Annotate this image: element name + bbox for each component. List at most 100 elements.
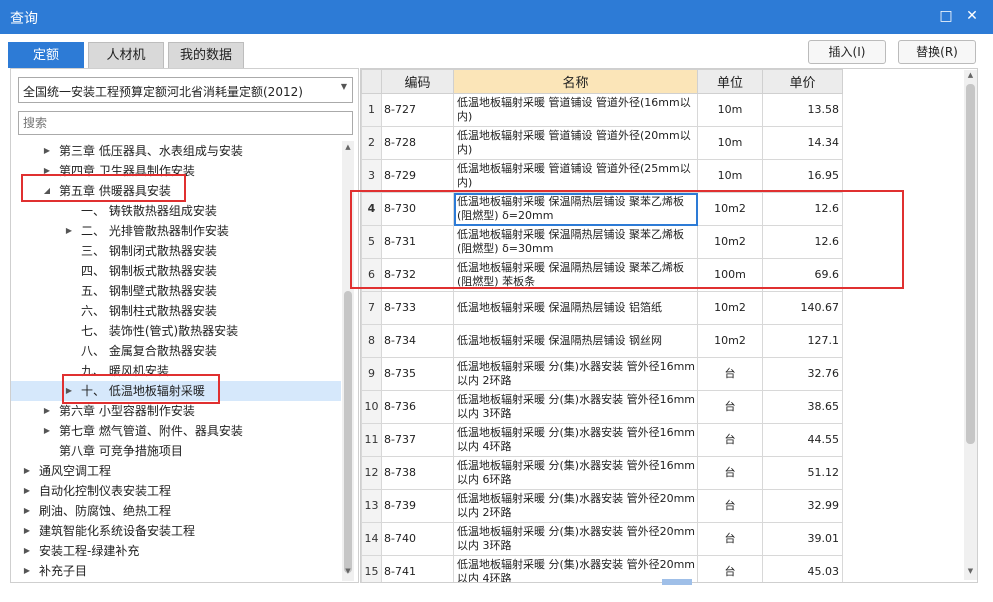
header-code[interactable]: 编码	[381, 69, 454, 94]
unit-cell[interactable]: 台	[697, 522, 763, 556]
scroll-up-icon[interactable]: ▲	[342, 143, 354, 155]
code-cell[interactable]: 8-736	[381, 390, 454, 424]
table-row[interactable]: 8 8-734 低温地板辐射采暖 保温隔热层铺设 钢丝网 10m2 127.1	[361, 324, 843, 358]
price-cell[interactable]: 13.58	[762, 93, 843, 127]
collapsed-triangle-icon[interactable]: ▶	[21, 541, 33, 561]
tree-item[interactable]: ▶ 第七章 燃气管道、附件、器具安装	[11, 421, 341, 441]
unit-cell[interactable]: 台	[697, 456, 763, 490]
search-input[interactable]	[19, 112, 352, 134]
collapsed-triangle-icon[interactable]: ▶	[21, 501, 33, 521]
code-cell[interactable]: 8-735	[381, 357, 454, 391]
tree-item[interactable]: ▶ 安装工程-绿建补充	[11, 541, 341, 561]
collapsed-triangle-icon[interactable]: ▶	[21, 521, 33, 541]
code-cell[interactable]: 8-733	[381, 291, 454, 325]
name-cell[interactable]: 低温地板辐射采暖 保温隔热层铺设 铝箔纸	[453, 291, 698, 325]
collapsed-triangle-icon[interactable]: ▶	[41, 141, 53, 161]
unit-cell[interactable]: 台	[697, 357, 763, 391]
tab-materials[interactable]: 人材机	[88, 42, 164, 68]
tree-item[interactable]: 四、 钢制板式散热器安装	[11, 261, 341, 281]
collapsed-triangle-icon[interactable]: ▶	[41, 421, 53, 441]
tree-item[interactable]: ▶ 补充子目	[11, 561, 341, 581]
name-cell[interactable]: 低温地板辐射采暖 管道铺设 管道外径(16mm以内)	[453, 93, 698, 127]
code-cell[interactable]: 8-728	[381, 126, 454, 160]
replace-button[interactable]: 替换(R)	[898, 40, 976, 64]
price-cell[interactable]: 45.03	[762, 555, 843, 582]
grid-scrollbar-thumb[interactable]	[966, 84, 975, 444]
code-cell[interactable]: 8-738	[381, 456, 454, 490]
tree-item[interactable]: ▶ 刷油、防腐蚀、绝热工程	[11, 501, 341, 521]
name-cell[interactable]: 低温地板辐射采暖 管道铺设 管道外径(25mm以内)	[453, 159, 698, 193]
price-cell[interactable]: 32.76	[762, 357, 843, 391]
code-cell[interactable]: 8-734	[381, 324, 454, 358]
table-row[interactable]: 3 8-729 低温地板辐射采暖 管道铺设 管道外径(25mm以内) 10m 16.95	[361, 159, 843, 193]
code-cell[interactable]: 8-740	[381, 522, 454, 556]
code-cell[interactable]: 8-727	[381, 93, 454, 127]
tree-item[interactable]: ▶ 通风空调工程	[11, 461, 341, 481]
table-row[interactable]: 7 8-733 低温地板辐射采暖 保温隔热层铺设 铝箔纸 10m2 140.67	[361, 291, 843, 325]
unit-cell[interactable]: 台	[697, 555, 763, 582]
table-row[interactable]: 10 8-736 低温地板辐射采暖 分(集)水器安装 管外径16mm以内 3环路台 3…	[361, 390, 843, 424]
price-cell[interactable]: 127.1	[762, 324, 843, 358]
unit-cell[interactable]: 10m	[697, 93, 763, 127]
unit-cell[interactable]: 台	[697, 390, 763, 424]
price-cell[interactable]: 44.55	[762, 423, 843, 457]
name-cell[interactable]: 低温地板辐射采暖 分(集)水器安装 管外径20mm以内 2环路	[453, 489, 698, 523]
table-row[interactable]: 12 8-738 低温地板辐射采暖 分(集)水器安装 管外径16mm以内 6环路台 5…	[361, 456, 843, 490]
tab-quota[interactable]: 定额	[8, 42, 84, 68]
tree-item[interactable]: 七、 装饰性(管式)散热器安装	[11, 321, 341, 341]
price-cell[interactable]: 16.95	[762, 159, 843, 193]
price-cell[interactable]: 140.67	[762, 291, 843, 325]
table-row[interactable]: 1 8-727 低温地板辐射采暖 管道铺设 管道外径(16mm以内) 10m 13.58	[361, 93, 843, 127]
grid-hscrollbar-thumb[interactable]	[662, 579, 692, 585]
collapsed-triangle-icon[interactable]: ▶	[63, 221, 75, 241]
unit-cell[interactable]: 10m	[697, 159, 763, 193]
name-cell[interactable]: 低温地板辐射采暖 分(集)水器安装 管外径16mm以内 6环路	[453, 456, 698, 490]
table-row[interactable]: 13 8-739 低温地板辐射采暖 分(集)水器安装 管外径20mm以内 2环路台 3…	[361, 489, 843, 523]
unit-cell[interactable]: 台	[697, 489, 763, 523]
scroll-up-icon[interactable]: ▲	[964, 71, 977, 83]
price-cell[interactable]: 39.01	[762, 522, 843, 556]
search-box[interactable]	[18, 111, 353, 135]
collapsed-triangle-icon[interactable]: ▶	[21, 481, 33, 501]
code-cell[interactable]: 8-737	[381, 423, 454, 457]
insert-button[interactable]: 插入(I)	[808, 40, 886, 64]
chevron-down-icon[interactable]: ▼	[341, 82, 347, 91]
code-cell[interactable]: 8-729	[381, 159, 454, 193]
collapsed-triangle-icon[interactable]: ▶	[41, 401, 53, 421]
unit-cell[interactable]: 10m	[697, 126, 763, 160]
grid-hscrollbar[interactable]	[362, 579, 692, 585]
price-cell[interactable]: 14.34	[762, 126, 843, 160]
name-cell[interactable]: 低温地板辐射采暖 管道铺设 管道外径(20mm以内)	[453, 126, 698, 160]
name-cell[interactable]: 低温地板辐射采暖 分(集)水器安装 管外径16mm以内 2环路	[453, 357, 698, 391]
unit-cell[interactable]: 台	[697, 423, 763, 457]
tree-item[interactable]: 三、 钢制闭式散热器安装	[11, 241, 341, 261]
name-cell[interactable]: 低温地板辐射采暖 保温隔热层铺设 钢丝网	[453, 324, 698, 358]
name-cell[interactable]: 低温地板辐射采暖 分(集)水器安装 管外径20mm以内 3环路	[453, 522, 698, 556]
name-cell[interactable]: 低温地板辐射采暖 分(集)水器安装 管外径16mm以内 3环路	[453, 390, 698, 424]
scroll-down-icon[interactable]: ▼	[964, 567, 977, 579]
grid-scrollbar[interactable]: ▲ ▼	[964, 70, 977, 580]
scroll-down-icon[interactable]: ▼	[342, 567, 354, 579]
close-icon[interactable]: ✕	[962, 6, 982, 26]
name-cell[interactable]: 低温地板辐射采暖 分(集)水器安装 管外径16mm以内 4环路	[453, 423, 698, 457]
tree-item[interactable]: 一、 铸铁散热器组成安装	[11, 201, 341, 221]
tab-my-data[interactable]: 我的数据	[168, 42, 244, 68]
table-row[interactable]: 14 8-740 低温地板辐射采暖 分(集)水器安装 管外径20mm以内 3环路台 3…	[361, 522, 843, 556]
price-cell[interactable]: 38.65	[762, 390, 843, 424]
tree-item[interactable]: ▶ 第六章 小型容器制作安装	[11, 401, 341, 421]
price-cell[interactable]: 51.12	[762, 456, 843, 490]
tree-item[interactable]: ▶ 自动化控制仪表安装工程	[11, 481, 341, 501]
unit-cell[interactable]: 10m2	[697, 291, 763, 325]
code-cell[interactable]: 8-739	[381, 489, 454, 523]
tree-item[interactable]: 五、 钢制壁式散热器安装	[11, 281, 341, 301]
quota-library-select[interactable]: 全国统一安装工程预算定额河北省消耗量定额(2012) ▼	[18, 77, 353, 103]
tree-item[interactable]: ▶ 第三章 低压器具、水表组成与安装	[11, 141, 341, 161]
collapsed-triangle-icon[interactable]: ▶	[21, 461, 33, 481]
unit-cell[interactable]: 10m2	[697, 324, 763, 358]
table-row[interactable]: 9 8-735 低温地板辐射采暖 分(集)水器安装 管外径16mm以内 2环路台 32…	[361, 357, 843, 391]
price-cell[interactable]: 32.99	[762, 489, 843, 523]
tree-item[interactable]: 八、 金属复合散热器安装	[11, 341, 341, 361]
header-price[interactable]: 单价	[762, 69, 843, 94]
tree-item[interactable]: ▶ 二、 光排管散热器制作安装	[11, 221, 341, 241]
maximize-icon[interactable]: □	[936, 6, 956, 26]
